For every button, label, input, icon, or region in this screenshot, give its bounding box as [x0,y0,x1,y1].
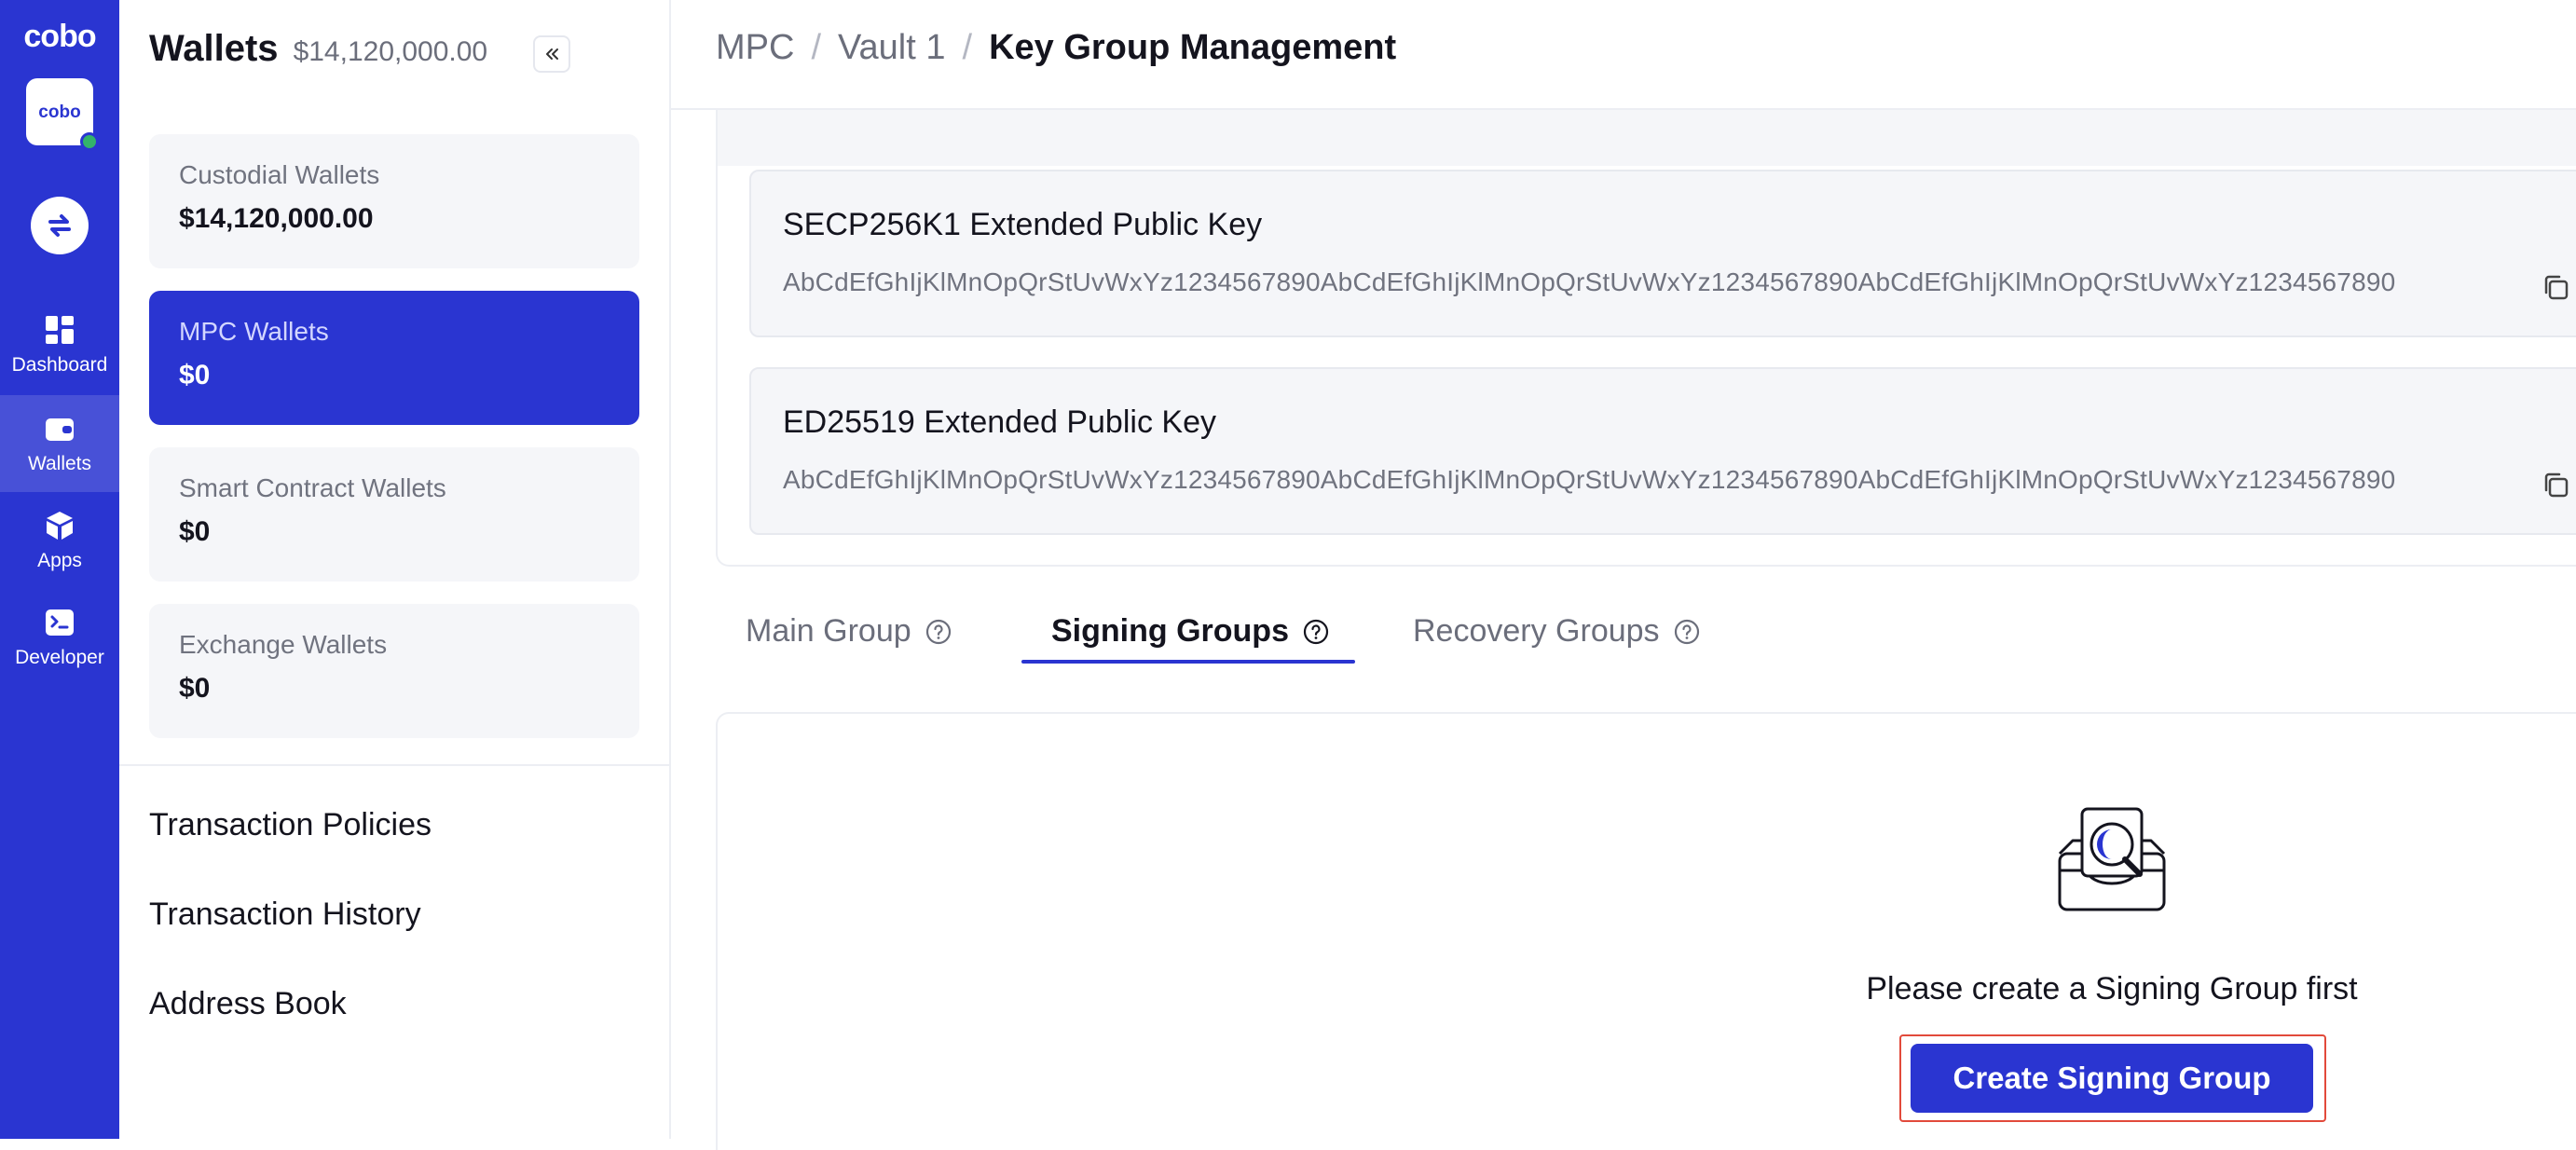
terminal-icon [46,609,74,636]
nav-dashboard[interactable]: Dashboard [0,296,119,393]
wallet-card-name: Exchange Wallets [179,630,388,659]
wallet-card-mpc[interactable]: MPC Wallets $0 [149,291,639,425]
collapse-sidebar-button[interactable] [533,35,570,73]
sidebar-link-address-book[interactable]: Address Book [149,986,347,1022]
sidebar-total-balance: $14,120,000.00 [293,36,488,67]
wallet-card-exchange[interactable]: Exchange Wallets $0 [149,604,639,738]
cobo-logo[interactable]: cobo [13,21,106,54]
key-card-secp256k1: SECP256K1 Extended Public Key AbCdEfGhIj… [749,170,2576,337]
wallet-card-name: MPC Wallets [179,317,329,346]
breadcrumb: MPC / Vault 1 / Key Group Management [716,28,1396,68]
create-signing-group-button[interactable]: Create Signing Group [1911,1044,2313,1113]
app-rail: cobo cobo Dashboard Wallets Apps Develop… [0,0,119,1139]
wallet-card-value: $14,120,000.00 [179,203,374,234]
sidebar-title: Wallets [149,28,279,69]
help-icon[interactable] [1673,618,1701,646]
tab-recovery-groups[interactable]: Recovery Groups [1413,613,1701,650]
key-title: SECP256K1 Extended Public Key [783,207,1263,242]
nav-wallets-label: Wallets [27,453,92,474]
page-header: MPC / Vault 1 / Key Group Management [671,0,2576,110]
sidebar-divider [119,764,669,766]
breadcrumb-vault[interactable]: Vault 1 [838,28,945,68]
main-content: SECP256K1 Extended Public Key AbCdEfGhIj… [716,110,2576,1150]
key-value: AbCdEfGhIjKlMnOpQrStUvWxYz1234567890AbCd… [783,465,2396,494]
wallet-card-custodial[interactable]: Custodial Wallets $14,120,000.00 [149,134,639,268]
copy-icon[interactable] [2541,470,2572,501]
sidebar-link-transaction-policies[interactable]: Transaction Policies [149,807,432,843]
wallet-card-value: $0 [179,516,211,547]
svg-text:cobo: cobo [38,103,80,122]
wallets-sidebar: Wallets $14,120,000.00 Custodial Wallets… [119,0,671,1139]
grid-icon [46,316,74,344]
double-chevron-left-icon [546,48,558,60]
key-card-ed25519: ED25519 Extended Public Key AbCdEfGhIjKl… [749,367,2576,535]
nav-dashboard-label: Dashboard [11,354,108,376]
nav-developer[interactable]: Developer [0,589,119,686]
wallet-icon [46,418,74,441]
sidebar-link-transaction-history[interactable]: Transaction History [149,897,421,933]
section-top-strip [718,110,2576,166]
organization-avatar[interactable]: cobo [26,78,99,151]
svg-text:cobo: cobo [23,21,95,54]
empty-search-box-icon [2058,807,2166,911]
wallet-card-name: Smart Contract Wallets [179,473,446,502]
wallet-card-value: $0 [179,673,211,704]
breadcrumb-separator: / [962,28,973,67]
nav-developer-label: Developer [15,647,104,668]
tab-label: Main Group [746,613,911,649]
key-value: AbCdEfGhIjKlMnOpQrStUvWxYz1234567890AbCd… [783,267,2396,296]
key-title: ED25519 Extended Public Key [783,404,1216,440]
tab-main-group[interactable]: Main Group [746,613,952,650]
wallet-card-name: Custodial Wallets [179,160,380,189]
nav-apps-label: Apps [37,550,82,571]
breadcrumb-separator: / [811,28,822,67]
empty-state-message: Please create a Signing Group first [1866,971,2358,1006]
page-title: Key Group Management [989,28,1397,67]
wallet-card-value: $0 [179,360,211,390]
tab-label: Signing Groups [1051,613,1289,649]
copy-icon[interactable] [2541,272,2572,304]
public-keys-section: SECP256K1 Extended Public Key AbCdEfGhIj… [716,110,2576,567]
wallet-card-smart-contract[interactable]: Smart Contract Wallets $0 [149,447,639,582]
swap-arrows-icon [48,214,71,237]
tab-label: Recovery Groups [1413,613,1660,649]
help-icon[interactable] [925,618,952,646]
active-tab-indicator [1021,660,1355,664]
tab-signing-groups[interactable]: Signing Groups [1051,613,1330,650]
cobo-org-logo: cobo [38,103,80,122]
nav-wallets[interactable]: Wallets [0,395,119,492]
cube-icon [47,512,73,540]
nav-apps[interactable]: Apps [0,492,119,589]
help-icon[interactable] [1302,618,1330,646]
switch-button[interactable] [31,197,89,254]
online-status-dot [80,132,99,151]
sidebar-header: Wallets $14,120,000.00 [149,28,487,70]
breadcrumb-mpc[interactable]: MPC [716,28,794,68]
